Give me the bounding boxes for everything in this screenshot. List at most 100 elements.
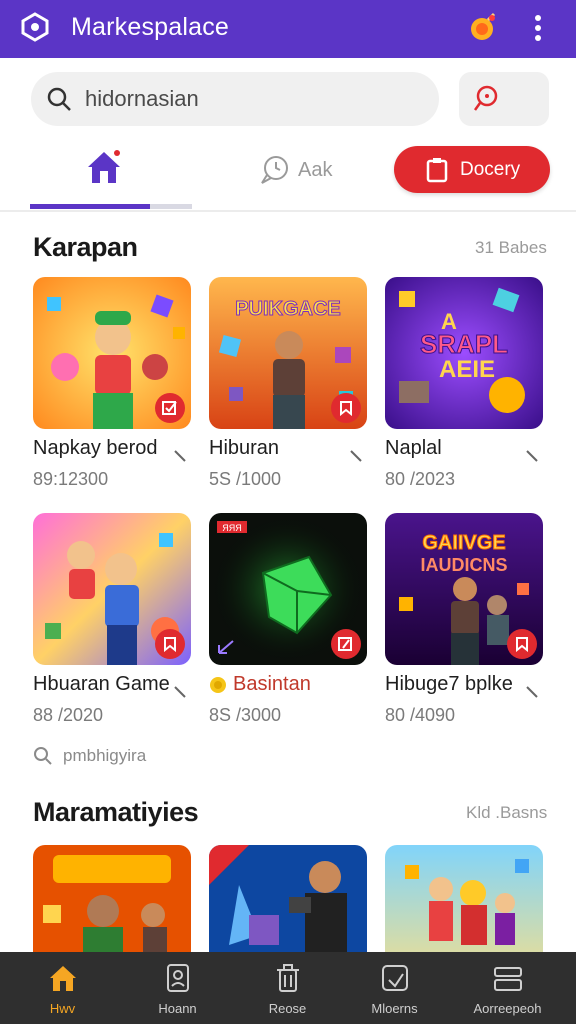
- bookmark-icon: [516, 637, 528, 652]
- product-card[interactable]: Napkay berod 89:12300: [33, 277, 191, 489]
- nav-item-home[interactable]: Hwv: [5, 952, 120, 1024]
- product-thumbnail[interactable]: [33, 513, 191, 665]
- product-card[interactable]: [385, 845, 543, 952]
- tab-ask-label: Aak: [298, 158, 333, 181]
- search-suggestion[interactable]: pmbhigyira: [33, 746, 146, 766]
- add-to-cart-badge[interactable]: [155, 393, 185, 423]
- game-art-image: [33, 845, 191, 952]
- art-title-text-2: AEIE: [439, 356, 495, 383]
- add-to-cart-badge[interactable]: [507, 629, 537, 659]
- nav-item-trash[interactable]: Reose: [230, 952, 345, 1024]
- add-to-cart-badge[interactable]: [331, 629, 361, 659]
- more-slash-icon[interactable]: [349, 449, 363, 463]
- app-bar: Markespalace: [0, 0, 576, 58]
- home-icon: [50, 966, 76, 991]
- product-price: 80 /2023: [385, 469, 456, 489]
- nav-item-tags[interactable]: Mloerns: [337, 952, 452, 1024]
- active-tab-indicator: [30, 204, 150, 209]
- search-icon: [47, 87, 71, 111]
- nav-label: Reose: [268, 1001, 307, 1016]
- product-thumbnail[interactable]: [33, 277, 191, 429]
- product-name: Naplal: [385, 437, 442, 459]
- bookmark-icon: [340, 401, 352, 416]
- profile-icon: [167, 964, 189, 992]
- check-square-icon: [338, 637, 352, 651]
- tab-indicator-track: [150, 204, 192, 209]
- product-price: 8S /3000: [209, 705, 282, 725]
- add-to-cart-badge[interactable]: [331, 393, 361, 423]
- product-name: Hbuaran Game: [33, 673, 170, 695]
- search-button[interactable]: [459, 72, 549, 126]
- product-card[interactable]: [209, 845, 367, 952]
- product-price: 5S /1000: [209, 469, 282, 489]
- nav-label: Mloerns: [371, 1001, 418, 1016]
- product-thumbnail[interactable]: GAIIVGE IAUDICNS: [385, 513, 543, 665]
- product-thumbnail[interactable]: ЯЯЯ: [209, 513, 367, 665]
- app-logo-icon[interactable]: [20, 12, 50, 42]
- app-title: Markespalace: [71, 13, 230, 41]
- product-card[interactable]: ЯЯЯ Basintan 8S /3000: [209, 513, 367, 725]
- more-vert-icon[interactable]: [526, 12, 550, 44]
- more-slash-icon[interactable]: [173, 685, 187, 699]
- product-card[interactable]: [33, 845, 191, 952]
- tag-icon: [382, 965, 408, 991]
- trash-icon: [277, 964, 299, 992]
- product-name: Basintan: [209, 673, 367, 696]
- more-slash-icon[interactable]: [525, 449, 539, 463]
- coin-icon: [210, 676, 226, 693]
- section-see-all-link[interactable]: 31 Babes: [475, 238, 547, 258]
- product-name: Hiburan: [209, 437, 280, 459]
- product-thumbnail[interactable]: [33, 845, 191, 952]
- bookmark-icon: [164, 637, 176, 652]
- tab-bar: Aak Docery: [0, 140, 576, 212]
- check-square-icon: [162, 401, 177, 415]
- art-title-text: PUIKGACE: [235, 298, 341, 320]
- product-name: Hibuge7 bplke: [385, 673, 513, 695]
- art-title-text: SRAPL: [420, 329, 508, 359]
- tab-home[interactable]: [30, 140, 150, 208]
- section-title-maramatiyies: Maramatiyies: [33, 797, 199, 827]
- search-bar[interactable]: [31, 72, 439, 126]
- nav-item-profile[interactable]: Hoann: [120, 952, 235, 1024]
- clipboard-icon: [426, 157, 448, 182]
- more-slash-icon[interactable]: [525, 685, 539, 699]
- delivery-button[interactable]: Docery: [394, 146, 550, 193]
- home-icon: [88, 150, 120, 183]
- search-input[interactable]: [85, 80, 425, 118]
- product-name-text: Basintan: [233, 673, 311, 695]
- product-thumbnail[interactable]: A SRAPL AEIE: [385, 277, 543, 429]
- add-to-cart-badge[interactable]: [155, 629, 185, 659]
- product-thumbnail[interactable]: [385, 845, 543, 952]
- product-thumbnail[interactable]: PUIKGACE: [209, 277, 367, 429]
- game-art-image: [209, 845, 367, 952]
- product-name: Napkay berod: [33, 437, 158, 459]
- product-price: 88 /2020: [33, 705, 104, 725]
- nav-label: Hwv: [49, 1001, 76, 1016]
- section-title-karapan: Karapan: [33, 232, 138, 262]
- section-see-all-link[interactable]: Kld .Basns: [466, 803, 547, 823]
- nav-label: Aorreepeoh: [473, 1001, 542, 1016]
- tab-ask[interactable]: Aak: [258, 150, 358, 190]
- ticket-icon: [494, 967, 522, 991]
- product-card[interactable]: Hbuaran Game 88 /2020: [33, 513, 191, 725]
- flame-icon[interactable]: [466, 10, 500, 44]
- game-art-image: A SRAPL AEIE: [385, 277, 543, 429]
- product-card[interactable]: PUIKGACE Hiburan 5S /1000: [209, 277, 367, 489]
- delivery-label: Docery: [460, 158, 521, 180]
- chat-icon: [261, 156, 288, 184]
- search-icon: [34, 747, 52, 765]
- product-price: 80 /4090: [385, 705, 456, 725]
- divider: [0, 210, 576, 212]
- more-slash-icon[interactable]: [173, 449, 187, 463]
- product-card[interactable]: GAIIVGE IAUDICNS Hibuge7 bplke 80 /4090: [385, 513, 543, 725]
- product-price: 89:12300: [33, 469, 109, 489]
- nav-item-tickets[interactable]: Aorreepeoh: [450, 952, 565, 1024]
- nav-label: Hoann: [158, 1001, 197, 1016]
- bottom-navigation: Hwv Hoann Reose Mloerns Aorreepeoh: [0, 952, 576, 1024]
- art-tag-text: ЯЯЯ: [222, 523, 242, 533]
- art-title-text: GAIIVGE: [422, 532, 505, 554]
- suggestion-text: pmbhigyira: [63, 746, 147, 765]
- art-title-text-2: IAUDICNS: [420, 555, 507, 575]
- product-card[interactable]: A SRAPL AEIE Naplal 80 /2023: [385, 277, 543, 489]
- product-thumbnail[interactable]: [209, 845, 367, 952]
